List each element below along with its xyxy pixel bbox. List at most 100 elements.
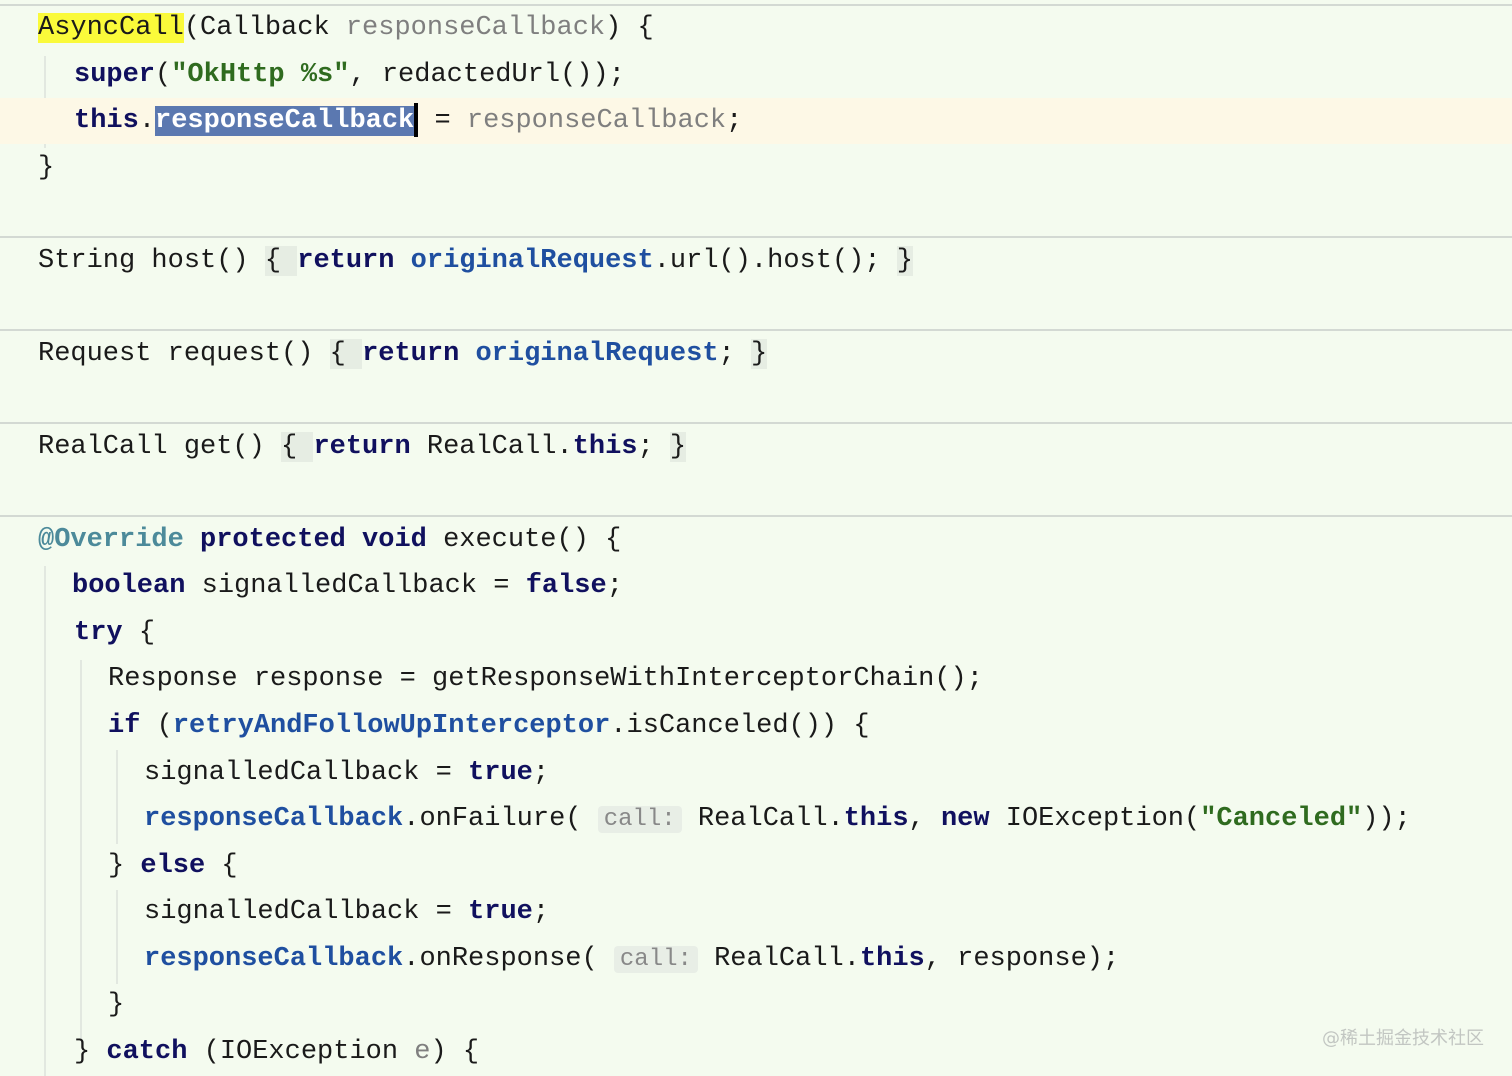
code-token: = (418, 106, 467, 136)
code-line[interactable]: Response response = getResponseWithInter… (108, 656, 983, 702)
code-token: if (108, 711, 157, 741)
code-token: { (221, 851, 238, 881)
code-line[interactable]: String host() { return originalRequest.u… (38, 238, 913, 284)
code-token: true (468, 758, 533, 788)
code-line[interactable]: boolean signalledCallback = false; (72, 563, 623, 609)
code-token: "OkHttp %s" (171, 60, 350, 90)
code-line-current[interactable]: this.responseCallback = responseCallback… (0, 98, 1512, 144)
code-line[interactable]: if (retryAndFollowUpInterceptor.isCancel… (108, 703, 870, 749)
code-line[interactable]: responseCallback.onResponse( call: RealC… (144, 936, 1119, 982)
code-token: retryAndFollowUpInterceptor (172, 711, 611, 741)
code-token: ) { (605, 13, 654, 43)
code-token: ; (726, 106, 743, 136)
selected-text: responseCallback (155, 106, 415, 136)
indent-guide (116, 750, 118, 844)
code-token: , response); (924, 944, 1120, 974)
code-token: try (74, 618, 139, 648)
parameter-hint: call: (613, 946, 698, 973)
code-token: "Canceled" (1200, 804, 1363, 834)
code-line[interactable]: RealCall get() { return RealCall.this; } (38, 424, 687, 470)
code-token: @Override (38, 525, 201, 555)
code-line[interactable]: super("OkHttp %s", redactedUrl()); (74, 52, 625, 98)
code-token: responseCallback (144, 804, 404, 834)
code-token: return (297, 246, 411, 276)
code-token: ; (637, 432, 670, 462)
code-line[interactable]: Request request() { return originalReque… (38, 331, 768, 377)
folded-brace: { (264, 246, 298, 276)
folded-brace: } (896, 246, 913, 276)
indent-guide (44, 566, 46, 1076)
code-token: return (313, 432, 427, 462)
code-token: new (940, 804, 1006, 834)
code-token: (IOException (203, 1037, 415, 1067)
code-token: ( (156, 711, 173, 741)
code-token: originalRequest (410, 246, 654, 276)
code-token: return (362, 339, 476, 369)
code-token: boolean (72, 571, 202, 601)
code-token: e (414, 1037, 431, 1067)
code-token: ) { (430, 1037, 480, 1067)
code-token: } (38, 153, 55, 183)
code-line[interactable]: @Override protected void execute() { (38, 517, 621, 563)
code-line[interactable]: } else { (108, 843, 238, 889)
code-token: ; (718, 339, 751, 369)
code-line[interactable]: try { (74, 610, 155, 656)
code-token: this (843, 804, 909, 834)
watermark: @稀土掘金技术社区 (1322, 1028, 1484, 1049)
code-token: responseCallback (466, 106, 727, 136)
code-token: .onResponse( (403, 944, 614, 974)
code-token: this (859, 944, 925, 974)
code-token: true (468, 897, 533, 927)
code-token: responseCallback (144, 944, 404, 974)
code-token: } (74, 1037, 107, 1067)
code-token: ; (532, 758, 550, 788)
code-token: this (572, 432, 638, 462)
code-token: } (108, 990, 125, 1020)
code-token: ; (606, 571, 623, 601)
code-token: execute() { (443, 525, 622, 555)
code-line[interactable]: AsyncCall(Callback responseCallback) { (38, 5, 654, 51)
code-token: originalRequest (475, 339, 719, 369)
indent-guide (80, 660, 82, 1040)
code-token: AsyncCall (38, 13, 184, 43)
code-token: responseCallback (345, 13, 606, 43)
code-token: false (525, 571, 607, 601)
code-line[interactable]: signalledCallback = true; (144, 889, 549, 935)
code-token: . (138, 106, 156, 136)
code-token: signalledCallback = (144, 758, 469, 788)
code-token: String host() (38, 246, 265, 276)
code-token: signalledCallback = (144, 897, 469, 927)
code-token: .onFailure( (403, 804, 598, 834)
parameter-hint: call: (597, 806, 682, 833)
code-token: , redactedUrl()); (349, 60, 625, 90)
code-token: Response response = getResponseWithInter… (108, 664, 983, 694)
code-line[interactable]: responseCallback.onFailure( call: RealCa… (144, 796, 1411, 842)
code-token: Request request() (38, 339, 330, 369)
folded-brace: { (281, 432, 314, 462)
code-token: } (108, 851, 141, 881)
code-token: ( (155, 60, 172, 90)
code-token: else (140, 851, 222, 881)
code-token: (Callback (183, 13, 346, 43)
code-token: { (138, 618, 156, 648)
code-token: super (74, 60, 156, 90)
code-line[interactable]: signalledCallback = true; (144, 750, 549, 796)
code-token: , (908, 804, 941, 834)
code-token: catch (106, 1037, 204, 1067)
folded-brace: { (329, 339, 363, 369)
code-line[interactable]: } (38, 145, 54, 191)
code-line[interactable]: } catch (IOException e) { (74, 1029, 479, 1075)
folded-brace: } (750, 339, 768, 369)
code-line[interactable]: } (108, 982, 124, 1028)
code-token: RealCall get() (38, 432, 282, 462)
code-token: this (74, 106, 139, 136)
code-token: signalledCallback = (201, 571, 526, 601)
code-token: RealCall. (681, 804, 844, 834)
folded-brace: } (669, 432, 687, 462)
code-token: protected void (200, 525, 444, 555)
code-token: RealCall. (426, 432, 573, 462)
code-token: .isCanceled()) { (610, 711, 870, 741)
indent-guide (116, 890, 118, 984)
code-token: RealCall. (697, 944, 860, 974)
code-token: ; (532, 897, 550, 927)
